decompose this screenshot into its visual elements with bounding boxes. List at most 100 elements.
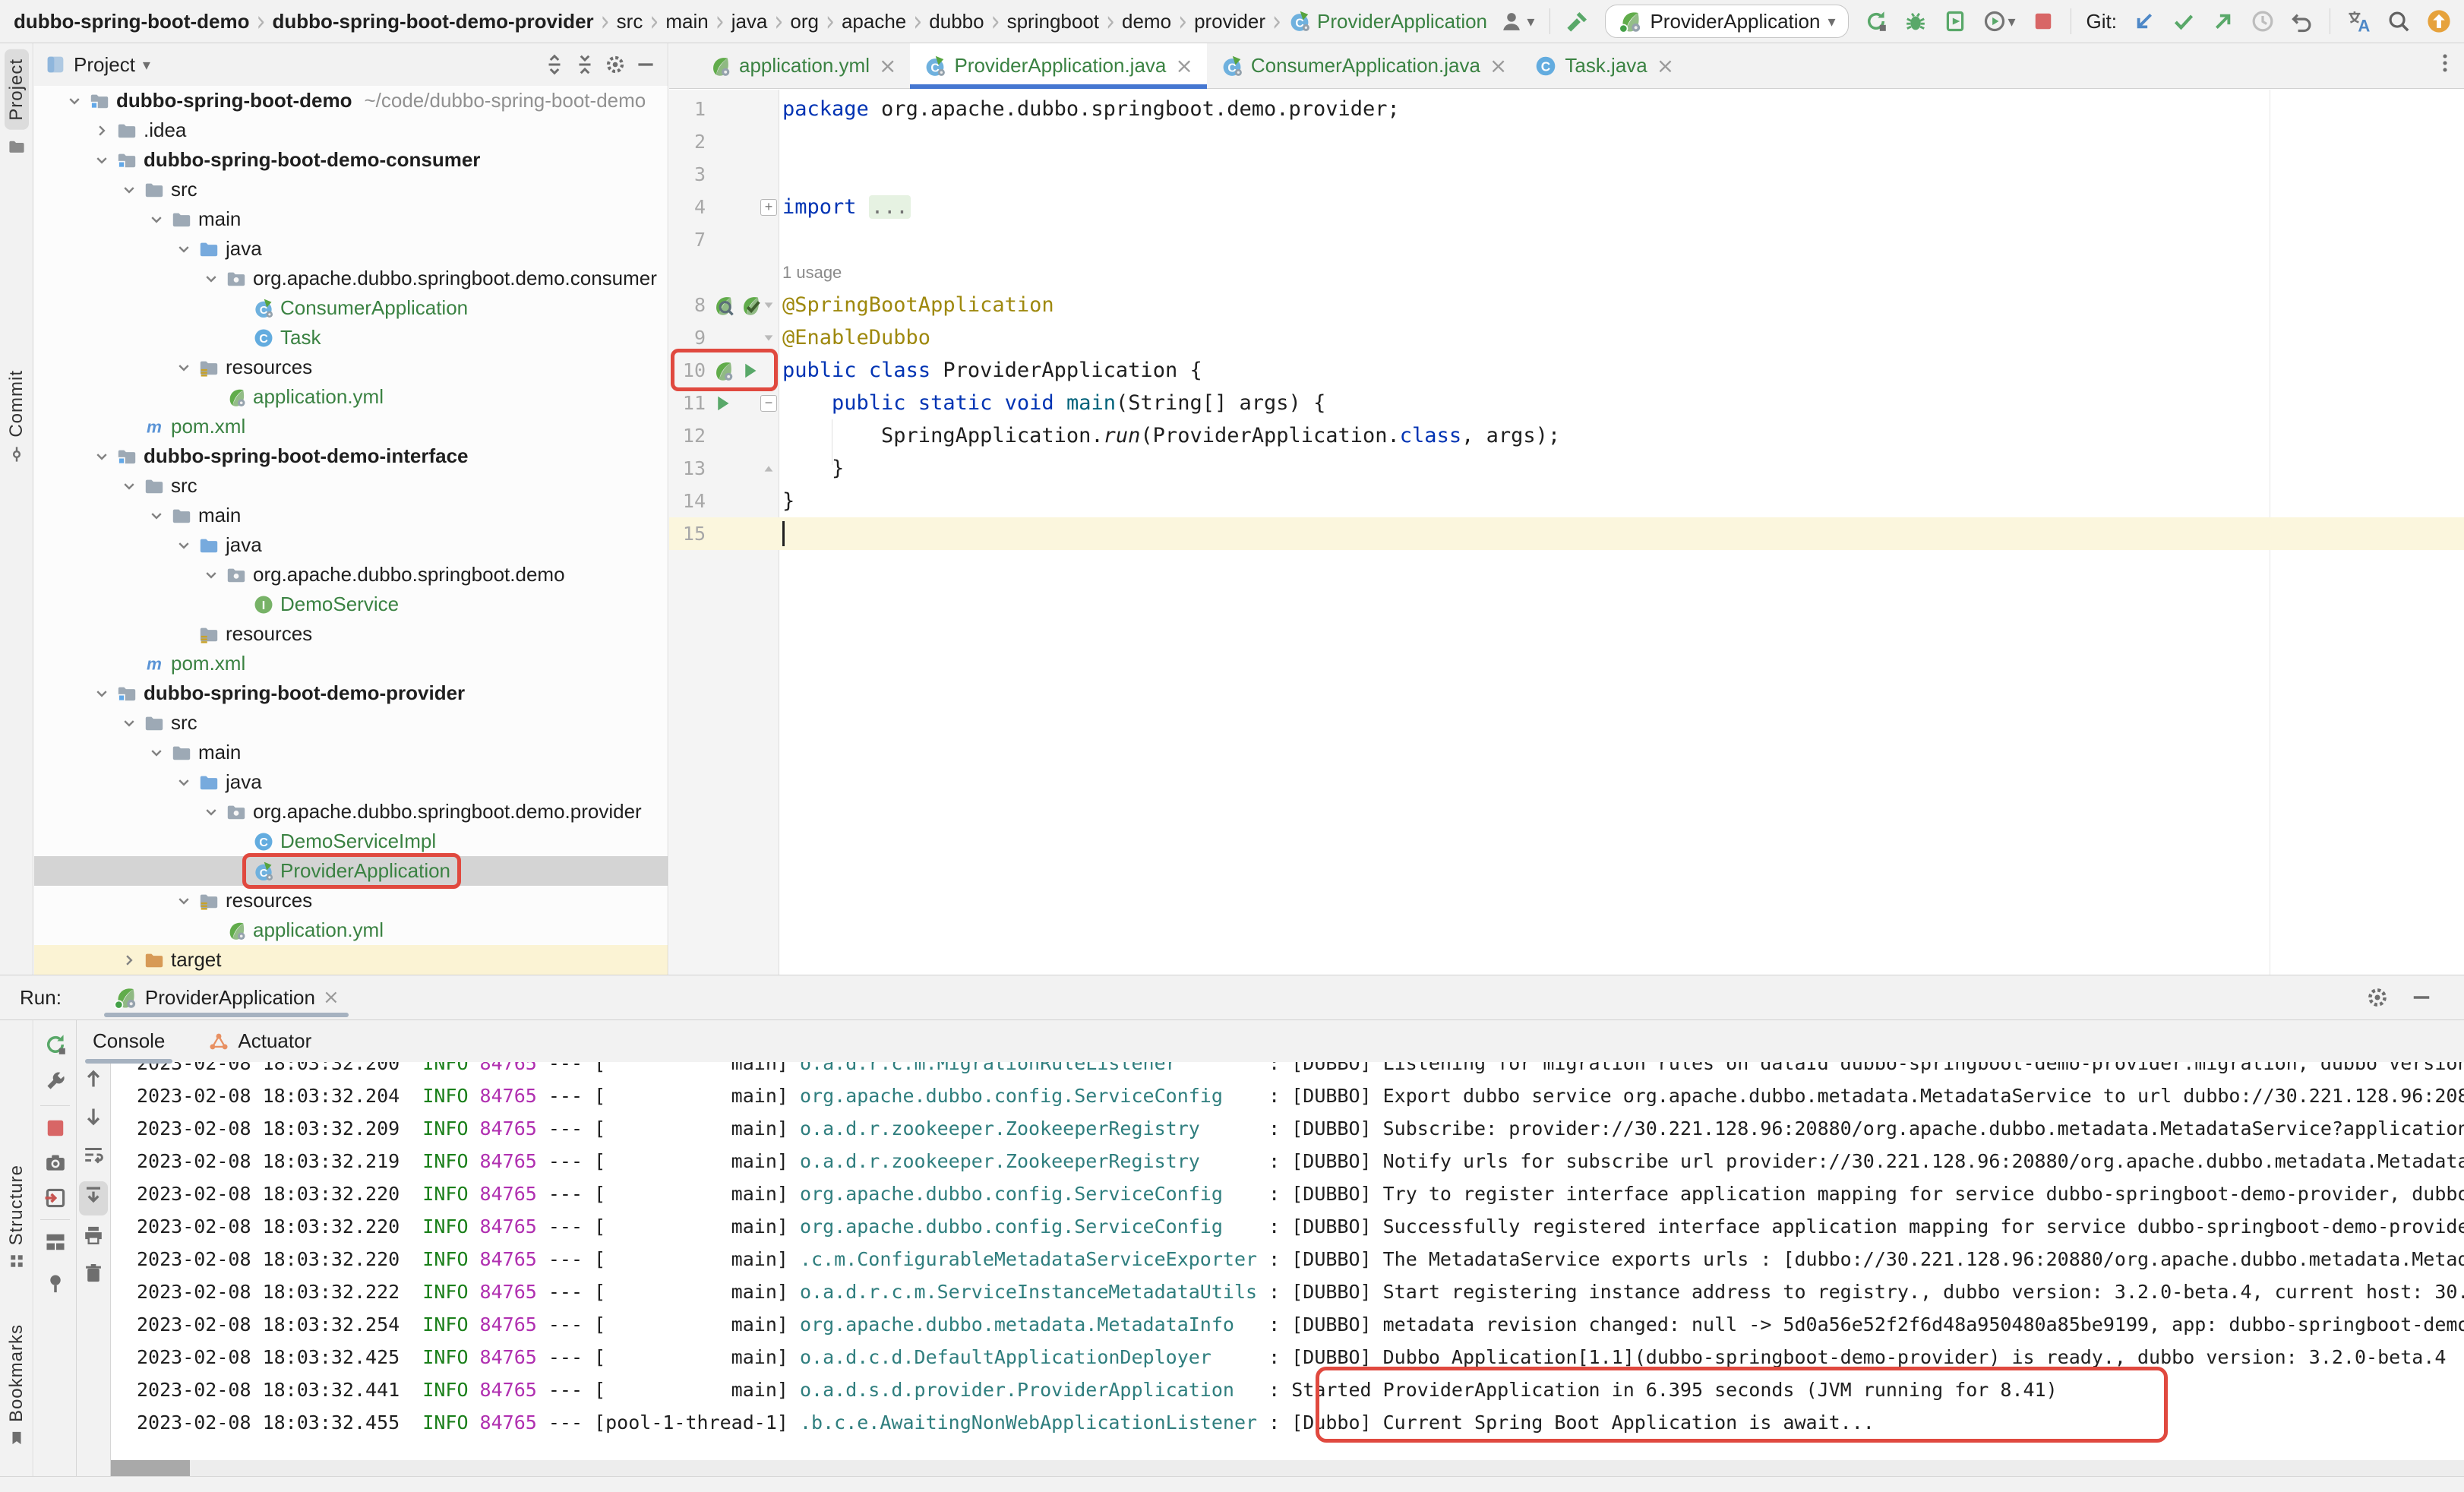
code-line[interactable]: }: [782, 485, 794, 517]
tree-item-main[interactable]: main: [34, 738, 668, 767]
tree-item-resources[interactable]: resources: [34, 619, 668, 649]
editor-tab-providerapplication-java[interactable]: CProviderApplication.java×: [910, 43, 1206, 88]
boot-icon: C: [253, 298, 274, 319]
folderjava-icon: [198, 239, 220, 260]
line-number: 14: [669, 485, 706, 517]
close-icon[interactable]: ×: [323, 986, 340, 1009]
editor-tab-application-yml[interactable]: application.yml×: [695, 43, 910, 88]
breadcrumb-item[interactable]: demo: [1122, 10, 1171, 33]
stripe-tab-bookmarks[interactable]: Bookmarks: [0, 1324, 33, 1446]
stripe-tab-structure[interactable]: Structure: [0, 1165, 33, 1269]
breadcrumb-item[interactable]: springboot: [1007, 10, 1099, 33]
code-editor[interactable]: 1package org.apache.dubbo.springboot.dem…: [669, 90, 2464, 975]
tree-item-src[interactable]: src: [34, 471, 668, 501]
console-hscrollbar[interactable]: [111, 1460, 2464, 1476]
breadcrumb-item[interactable]: dubbo: [929, 10, 984, 33]
tree-item-src[interactable]: src: [34, 175, 668, 204]
tree-item-pom-xml[interactable]: mpom.xml: [34, 412, 668, 441]
code-line[interactable]: package org.apache.dubbo.springboot.demo…: [782, 93, 1400, 125]
maven-icon: m: [144, 416, 165, 438]
breadcrumb-item[interactable]: org: [790, 10, 819, 33]
breadcrumb-item[interactable]: dubbo-spring-boot-demo-provider: [272, 10, 593, 33]
bootsearch-icon: [712, 294, 734, 317]
code-line[interactable]: @EnableDubbo: [782, 321, 930, 354]
tree-item-org-apache-dubbo-springboot-demo-provider[interactable]: org.apache.dubbo.springboot.demo.provide…: [34, 797, 668, 827]
console-tab-console[interactable]: Console: [88, 1025, 169, 1057]
stripe-tab-project[interactable]: Project: [0, 49, 33, 156]
chevron-down-icon: [93, 151, 111, 169]
tree-item-resources[interactable]: resources: [34, 352, 668, 382]
next-occurrence-button[interactable]: [82, 1105, 105, 1133]
clear-console-button[interactable]: [82, 1262, 105, 1290]
close-icon[interactable]: ×: [879, 53, 896, 78]
code-line[interactable]: import ...: [782, 191, 911, 223]
close-icon[interactable]: ×: [1489, 53, 1507, 78]
editor-tab-task-java[interactable]: CTask.java×: [1521, 43, 1688, 88]
breadcrumb-item[interactable]: src: [617, 10, 643, 33]
tree-item-pom-xml[interactable]: mpom.xml: [34, 649, 668, 678]
scroll-to-end-button[interactable]: [79, 1181, 108, 1215]
editor-tab-consumerapplication-java[interactable]: CConsumerApplication.java×: [1207, 43, 1521, 88]
tree-item-consumerapplication[interactable]: CConsumerApplication: [34, 293, 668, 323]
tree-item-application-yml[interactable]: application.yml: [34, 382, 668, 412]
breadcrumb-item[interactable]: CProviderApplication: [1288, 10, 1487, 33]
soft-wrap-button[interactable]: [82, 1143, 105, 1171]
tree-item-target[interactable]: target: [34, 945, 668, 975]
breadcrumb-item[interactable]: apache: [842, 10, 906, 33]
tree-item-providerapplication[interactable]: CProviderApplication: [34, 856, 668, 886]
tree-item-demoservice[interactable]: IDemoService: [34, 590, 668, 619]
console-tab-actuator[interactable]: Actuator: [203, 1025, 316, 1057]
tabs-more-button[interactable]: [2434, 52, 2456, 80]
close-icon[interactable]: ×: [1657, 53, 1674, 78]
svg-text:I: I: [262, 598, 265, 612]
fold-expand-icon[interactable]: +: [760, 199, 777, 216]
tree-item-resources[interactable]: resources: [34, 886, 668, 915]
tree-item-task[interactable]: CTask: [34, 323, 668, 352]
tree-item-java[interactable]: java: [34, 530, 668, 560]
tree-item--idea[interactable]: .idea: [34, 115, 668, 145]
tree-item-dubbo-spring-boot-demo-consumer[interactable]: dubbo-spring-boot-demo-consumer: [34, 145, 668, 175]
breadcrumb-item[interactable]: provider: [1194, 10, 1265, 33]
code-line[interactable]: }: [782, 452, 844, 485]
code-line[interactable]: public static void main(String[] args) {: [782, 387, 1325, 419]
close-icon[interactable]: ×: [1175, 53, 1193, 78]
stop-console-button[interactable]: [43, 1116, 68, 1146]
tree-item-dubbo-spring-boot-demo-interface[interactable]: dubbo-spring-boot-demo-interface: [34, 441, 668, 471]
run-configuration-select[interactable]: ProviderApplication ▾: [1605, 5, 1848, 38]
prev-occurrence-button[interactable]: [82, 1067, 105, 1095]
thread-dump-button[interactable]: [43, 1151, 68, 1181]
project-panel-title[interactable]: Project: [74, 53, 135, 77]
fold-collapse-icon[interactable]: −: [760, 395, 777, 412]
code-line[interactable]: @SpringBootApplication: [782, 289, 1054, 321]
gutter-icons[interactable]: [712, 289, 762, 321]
tree-item-dubbo-spring-boot-demo[interactable]: dubbo-spring-boot-demo~/code/dubbo-sprin…: [34, 86, 668, 115]
code-line[interactable]: public class ProviderApplication {: [782, 354, 1202, 387]
tree-item-main[interactable]: main: [34, 501, 668, 530]
tree-item-src[interactable]: src: [34, 708, 668, 738]
breadcrumb-item[interactable]: java: [731, 10, 768, 33]
pin-button[interactable]: [43, 1271, 68, 1301]
layout-button[interactable]: [43, 1230, 68, 1260]
user-menu-button[interactable]: ▾: [1499, 9, 1534, 33]
rerun-button[interactable]: [43, 1032, 68, 1062]
tree-item-demoserviceimpl[interactable]: CDemoServiceImpl: [34, 827, 668, 856]
tree-item-dubbo-spring-boot-demo-provider[interactable]: dubbo-spring-boot-demo-provider: [34, 678, 668, 708]
usage-hint[interactable]: 1 usage: [782, 256, 842, 289]
run-settings-button[interactable]: [43, 1070, 68, 1100]
tree-item-java[interactable]: java: [34, 234, 668, 264]
stripe-tab-commit[interactable]: Commit: [0, 370, 33, 463]
print-button[interactable]: [82, 1224, 105, 1252]
tree-item-main[interactable]: main: [34, 204, 668, 234]
tree-item-application-yml[interactable]: application.yml: [34, 915, 668, 945]
tree-item-org-apache-dubbo-springboot-demo[interactable]: org.apache.dubbo.springboot.demo: [34, 560, 668, 590]
tree-item-org-apache-dubbo-springboot-demo-consumer[interactable]: org.apache.dubbo.springboot.demo.consume…: [34, 264, 668, 293]
gutter-icons[interactable]: [712, 387, 734, 419]
scrollbar-thumb[interactable]: [111, 1460, 190, 1476]
run-tab[interactable]: ProviderApplication ×: [104, 975, 349, 1019]
breadcrumb-item[interactable]: dubbo-spring-boot-demo: [14, 10, 249, 33]
exit-button[interactable]: [43, 1186, 68, 1215]
tree-item-java[interactable]: java: [34, 767, 668, 797]
profiler-button[interactable]: ▾: [1982, 9, 2016, 33]
code-line[interactable]: SpringApplication.run(ProviderApplicatio…: [782, 419, 1560, 452]
breadcrumb-item[interactable]: main: [665, 10, 708, 33]
